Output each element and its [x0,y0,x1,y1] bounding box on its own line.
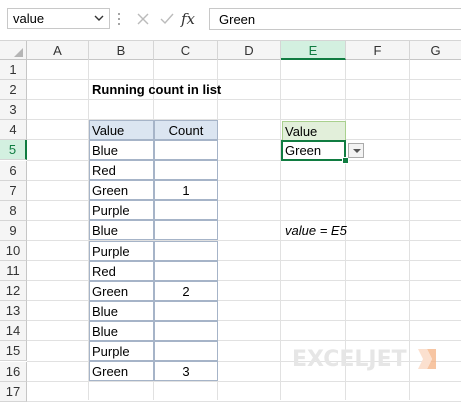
row-header-10[interactable]: 10 [0,240,27,261]
gridline-column [280,60,281,400]
table-cell-value[interactable]: Red [89,160,154,181]
table-cell-value[interactable]: Blue [89,300,154,321]
table-cell-count[interactable] [154,140,218,160]
sheet-title[interactable]: Running count in list [92,80,221,100]
table-cell-count[interactable] [154,341,218,361]
row-header-3[interactable]: 3 [0,100,27,121]
table-cell-value[interactable]: Purple [89,341,154,361]
enter-check-icon[interactable] [157,9,177,29]
row-header-16[interactable]: 16 [0,361,27,382]
input-header[interactable]: Value [282,121,346,141]
table-cell-value[interactable]: Red [89,260,154,281]
table-cell-count[interactable] [154,160,218,181]
column-header-e[interactable]: E [281,41,346,60]
table-cell-count[interactable] [154,320,218,341]
table-cell-count[interactable]: 2 [154,280,218,301]
row-header-5[interactable]: 5 [0,140,27,161]
table-cell-value[interactable]: Blue [89,320,154,341]
table-cell-count[interactable]: 1 [154,180,218,201]
formula-bar: value fx Green [0,0,461,39]
table-cell-count[interactable] [154,200,218,221]
column-header-row: A B C D E F G [0,40,461,60]
cancel-icon[interactable] [133,9,153,29]
logo-text: EXCELJET [292,347,407,372]
column-header-c[interactable]: C [154,41,218,60]
table-cell-value[interactable]: Blue [89,220,154,241]
table-cell-value[interactable]: Green [89,280,154,301]
row-header-14[interactable]: 14 [0,321,27,342]
dropdown-button[interactable] [348,143,364,158]
row-header-1[interactable]: 1 [0,60,27,80]
table-cell-count[interactable]: 3 [154,361,218,382]
table-cell-value[interactable]: Purple [89,240,154,261]
more-options-icon [118,13,120,25]
column-header-g[interactable]: G [410,41,461,60]
row-header-9[interactable]: 9 [0,220,27,241]
row-header-8[interactable]: 8 [0,200,27,221]
formula-content: Green [219,12,256,27]
table-header-value[interactable]: Value [89,120,154,140]
row-header-13[interactable]: 13 [0,301,27,322]
table-cell-value[interactable]: Green [89,180,154,201]
name-box[interactable]: value [7,8,110,29]
named-range-note: value = E5 [285,223,347,238]
exceljet-logo: EXCELJET [292,344,442,374]
row-header-17[interactable]: 17 [0,381,27,402]
table-cell-count[interactable] [154,260,218,281]
row-header-15[interactable]: 15 [0,341,27,362]
column-header-a[interactable]: A [27,41,89,60]
table-cell-value[interactable]: Green [89,361,154,382]
row-header-12[interactable]: 12 [0,281,27,302]
table-cell-count[interactable] [154,240,218,261]
fill-handle[interactable] [342,157,349,164]
table-cell-value[interactable]: Purple [89,200,154,221]
name-box-value: value [13,11,45,26]
chevron-down-icon[interactable] [93,12,105,24]
column-header-b[interactable]: B [89,41,154,60]
row-header-11[interactable]: 11 [0,261,27,281]
row-header-4[interactable]: 4 [0,120,27,141]
column-header-d[interactable]: D [218,41,281,60]
table-cell-count[interactable] [154,220,218,241]
row-header-7[interactable]: 7 [0,180,27,201]
insert-function-button[interactable]: fx [181,9,201,29]
input-cell-e5[interactable]: Green [281,140,346,161]
formula-input[interactable]: Green [209,8,461,30]
logo-mark-icon [418,349,436,369]
select-all-button[interactable] [0,41,27,60]
table-cell-count[interactable] [154,300,218,321]
row-header-2[interactable]: 2 [0,80,27,101]
table-cell-value[interactable]: Blue [89,140,154,160]
table-header-count[interactable]: Count [154,120,218,140]
row-header-6[interactable]: 6 [0,160,27,181]
column-header-f[interactable]: F [346,41,410,60]
